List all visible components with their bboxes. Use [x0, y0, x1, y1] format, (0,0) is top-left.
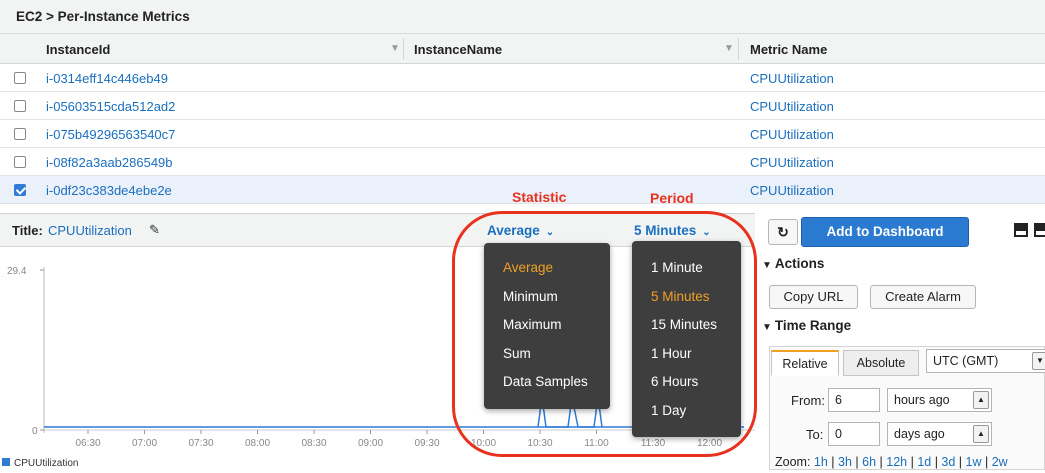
x-tick-label: 08:30: [301, 438, 326, 449]
row-checkbox[interactable]: [14, 184, 26, 196]
zoom-link[interactable]: 1d: [917, 455, 931, 469]
zoom-separator: |: [851, 455, 863, 469]
zoom-link[interactable]: 1h: [814, 455, 828, 469]
zoom-link[interactable]: 3d: [941, 455, 955, 469]
metric-name-link[interactable]: CPUUtilization: [750, 99, 834, 114]
legend-swatch: [2, 458, 10, 466]
zoom-link[interactable]: 12h: [886, 455, 907, 469]
time-range-section-header[interactable]: ▼ Time Range: [762, 318, 851, 333]
column-divider: [403, 38, 404, 60]
instance-id-link[interactable]: i-075b49296563540c7: [46, 127, 175, 142]
refresh-button[interactable]: ↻: [768, 219, 798, 245]
zoom-link[interactable]: 3h: [838, 455, 852, 469]
graph-title-value[interactable]: CPUUtilization: [48, 223, 132, 238]
to-label: To:: [806, 427, 824, 442]
breadcrumb: EC2 > Per-Instance Metrics: [0, 0, 1045, 34]
to-value-input[interactable]: 0: [828, 422, 880, 446]
metric-name-link[interactable]: CPUUtilization: [750, 183, 834, 198]
instance-id-link[interactable]: i-0314eff14c446eb49: [46, 71, 168, 86]
column-divider: [738, 38, 739, 60]
sort-icon[interactable]: ▼: [390, 43, 400, 54]
layout-icon[interactable]: [1014, 223, 1028, 237]
actions-section-header[interactable]: ▼ Actions: [762, 256, 824, 271]
zoom-link[interactable]: 1w: [966, 455, 982, 469]
zoom-separator: |: [876, 455, 887, 469]
sort-icon[interactable]: ▼: [724, 43, 734, 54]
copy-url-button[interactable]: Copy URL: [769, 285, 858, 309]
metric-name-link[interactable]: CPUUtilization: [750, 71, 834, 86]
zoom-controls: Zoom: 1h | 3h | 6h | 12h | 1d | 3d | 1w …: [775, 455, 1008, 469]
to-unit-select[interactable]: days ago ▲: [887, 422, 992, 446]
metric-name-link[interactable]: CPUUtilization: [750, 155, 834, 170]
pencil-icon[interactable]: ✎: [149, 222, 160, 238]
chevron-down-icon: ▲: [973, 391, 989, 409]
zoom-separator: |: [955, 455, 966, 469]
legend-label: CPUUtilization: [14, 458, 78, 469]
column-header-instancename[interactable]: InstanceName: [414, 42, 502, 57]
x-tick-label: 07:00: [132, 438, 157, 449]
row-checkbox[interactable]: [14, 100, 26, 112]
zoom-link[interactable]: 2w: [992, 455, 1008, 469]
highlight-oval: [452, 211, 757, 457]
statistic-annotation: Statistic: [512, 189, 567, 205]
metric-name-link[interactable]: CPUUtilization: [750, 127, 834, 142]
x-tick-label: 09:00: [358, 438, 383, 449]
y-tick-label-top: 29.4: [7, 266, 27, 277]
zoom-label: Zoom:: [775, 455, 811, 469]
zoom-separator: |: [827, 455, 839, 469]
triangle-down-icon: ▼: [762, 260, 772, 271]
row-checkbox[interactable]: [14, 128, 26, 140]
column-header-metric-name[interactable]: Metric Name: [750, 42, 827, 57]
from-label: From:: [791, 393, 825, 408]
table-row[interactable]: i-08f82a3aab286549b CPUUtilization: [0, 148, 1045, 176]
y-tick-label-bottom: 0: [32, 426, 38, 437]
x-tick-label: 06:30: [75, 438, 100, 449]
chevron-down-icon: ▼: [1032, 352, 1045, 370]
create-alarm-button[interactable]: Create Alarm: [870, 285, 976, 309]
add-to-dashboard-button[interactable]: Add to Dashboard: [801, 217, 969, 247]
x-tick-label: 09:30: [414, 438, 439, 449]
table-row[interactable]: i-075b49296563540c7 CPUUtilization: [0, 120, 1045, 148]
instance-id-link[interactable]: i-08f82a3aab286549b: [46, 155, 173, 170]
timezone-select[interactable]: UTC (GMT) ▼: [926, 349, 1045, 373]
zoom-separator: |: [981, 455, 992, 469]
x-tick-label: 07:30: [188, 438, 213, 449]
row-checkbox[interactable]: [14, 72, 26, 84]
table-row[interactable]: i-05603515cda512ad2 CPUUtilization: [0, 92, 1045, 120]
row-checkbox[interactable]: [14, 156, 26, 168]
tab-absolute[interactable]: Absolute: [843, 350, 919, 376]
from-value-input[interactable]: 6: [828, 388, 880, 412]
tab-relative[interactable]: Relative: [771, 350, 839, 376]
instance-id-link[interactable]: i-05603515cda512ad2: [46, 99, 175, 114]
zoom-separator: |: [931, 455, 942, 469]
table-row[interactable]: i-0314eff14c446eb49 CPUUtilization: [0, 64, 1045, 92]
column-header-instanceid[interactable]: InstanceId: [46, 42, 110, 57]
zoom-separator: |: [907, 455, 918, 469]
from-unit-select[interactable]: hours ago ▲: [887, 388, 992, 412]
chevron-down-icon: ▲: [973, 425, 989, 443]
grid-header: InstanceId ▼ InstanceName ▼ Metric Name: [0, 34, 1045, 64]
layout-split-icon[interactable]: [1034, 223, 1045, 237]
triangle-down-icon: ▼: [762, 322, 772, 333]
period-annotation: Period: [650, 190, 694, 206]
instance-id-link[interactable]: i-0df23c383de4ebe2e: [46, 183, 172, 198]
graph-title-label: Title:: [12, 223, 43, 238]
x-tick-label: 08:00: [245, 438, 270, 449]
zoom-link[interactable]: 6h: [862, 455, 876, 469]
